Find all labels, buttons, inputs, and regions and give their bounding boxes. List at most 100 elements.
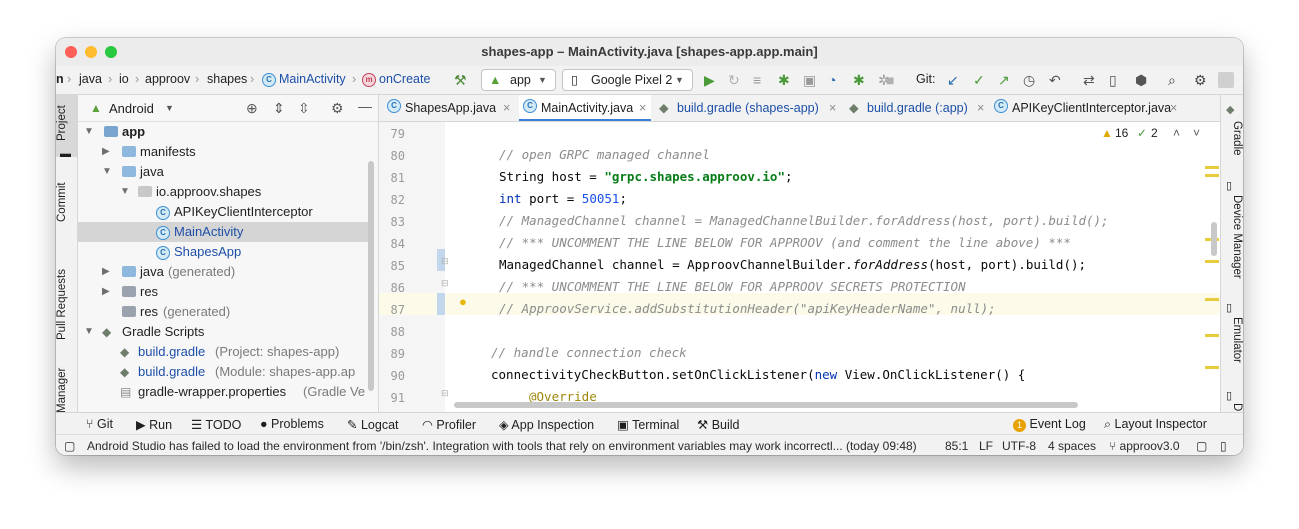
tree-item-res[interactable]: ▶ res: [78, 282, 368, 302]
locate-target-icon[interactable]: ⊕: [246, 101, 258, 115]
git-update-icon[interactable]: ↙: [947, 73, 959, 87]
close-tab-icon[interactable]: ×: [829, 95, 836, 121]
tree-item-build-gradle-project[interactable]: ◆ build.gradle (Project: shapes-app): [78, 342, 368, 362]
line-separator[interactable]: LF: [979, 439, 993, 453]
tool-build[interactable]: ⚒ Build: [697, 417, 740, 432]
sdk-manager-icon[interactable]: ⬢: [1135, 73, 1147, 87]
tool-logcat[interactable]: ✎ Logcat: [347, 417, 399, 432]
tree-item-package[interactable]: ▼ io.approov.shapes: [78, 182, 368, 202]
vcs-change-marker[interactable]: [437, 293, 445, 315]
tree-item-java[interactable]: ▼ java: [78, 162, 368, 182]
lightbulb-icon[interactable]: ●: [459, 295, 467, 309]
close-tab-icon[interactable]: ×: [503, 95, 510, 121]
fold-icon[interactable]: ⊟: [441, 276, 449, 290]
breadcrumb-java[interactable]: java: [79, 72, 102, 86]
error-stripe-marker[interactable]: [1205, 166, 1219, 169]
device-manager-icon[interactable]: ▯: [1109, 73, 1117, 87]
tree-item-res-generated[interactable]: res (generated): [78, 302, 368, 322]
tree-item-apikeyclientinterceptor[interactable]: C APIKeyClientInterceptor: [78, 202, 368, 222]
debug-icon[interactable]: ✱: [778, 73, 790, 87]
tab-pull-requests[interactable]: Pull Requests: [56, 257, 77, 353]
breadcrumb-io[interactable]: io: [119, 72, 129, 86]
inspection-widget[interactable]: ▲ 16 ✓ 2 ˄ ˅: [1101, 126, 1211, 142]
tree-item-gradle-wrapper[interactable]: ▤ gradle-wrapper.properties (Gradle Ve: [78, 382, 368, 402]
code-editor[interactable]: ● ⊟ ⊟ ⊟ ⊟ 79 80 81 82 83 84 85 86 87 88 …: [379, 122, 1221, 420]
error-stripe-marker[interactable]: [1205, 366, 1219, 369]
project-scrollbar[interactable]: [368, 161, 374, 391]
history-icon[interactable]: ◷: [1023, 73, 1035, 87]
git-push-icon[interactable]: ↗: [998, 73, 1010, 87]
tab-gradle[interactable]: Gradle: [1223, 121, 1243, 161]
tool-problems[interactable]: ● Problems: [260, 417, 324, 431]
tab-device-manager[interactable]: Device Manager: [1223, 195, 1243, 295]
hammer-build-icon[interactable]: ⚒: [454, 73, 467, 87]
vcs-branch[interactable]: ⑂ approov3.0: [1109, 439, 1180, 453]
tree-item-shapesapp[interactable]: C ShapesApp: [78, 242, 368, 262]
close-tab-icon[interactable]: ×: [977, 95, 984, 121]
gear-icon[interactable]: ⚙: [331, 101, 344, 115]
tab-manager[interactable]: Manager: [56, 365, 77, 415]
close-tab-icon[interactable]: ×: [1170, 95, 1177, 121]
breadcrumb-project[interactable]: n: [56, 72, 64, 86]
view-mode-selector[interactable]: Android: [109, 101, 154, 116]
device-dropdown[interactable]: ▯ Google Pixel 2 ▼: [562, 69, 693, 91]
close-tab-icon[interactable]: ×: [639, 95, 646, 121]
breadcrumb-mainactivity[interactable]: MainActivity: [279, 72, 346, 86]
tab-mainactivity-java[interactable]: C MainActivity.java ×: [519, 95, 651, 121]
tree-item-java-generated[interactable]: ▶ java (generated): [78, 262, 368, 282]
attach-debugger-icon[interactable]: ✱: [853, 73, 865, 87]
git-commit-icon[interactable]: ✓: [973, 73, 985, 87]
profile-icon[interactable]: ◔: [828, 73, 836, 87]
tree-item-manifests[interactable]: ▶ manifests: [78, 142, 368, 162]
lock-icon[interactable]: ▢: [1196, 439, 1207, 453]
error-stripe-marker[interactable]: [1205, 174, 1219, 177]
apply-changes-icon[interactable]: ↻: [728, 73, 740, 87]
tab-build-gradle-project[interactable]: ◆ build.gradle (shapes-app) ×: [659, 95, 839, 121]
run-icon[interactable]: ▶: [704, 73, 715, 87]
tool-layout-inspector[interactable]: ⌕ Layout Inspector: [1104, 417, 1207, 432]
caret-position[interactable]: 85:1: [945, 439, 968, 453]
indent-setting[interactable]: 4 spaces: [1048, 439, 1096, 453]
tree-item-mainactivity[interactable]: C MainActivity: [78, 222, 368, 242]
fold-icon[interactable]: ⊟: [441, 386, 449, 400]
tree-item-app[interactable]: ▼ app: [78, 122, 368, 142]
tab-commit[interactable]: Commit: [56, 179, 77, 225]
tool-event-log[interactable]: 1 Event Log: [1013, 417, 1086, 432]
settings-gear-icon[interactable]: ⚙: [1194, 73, 1207, 87]
toggle-tool-windows-icon[interactable]: ▢: [64, 439, 75, 453]
expand-all-icon[interactable]: ⇕: [273, 101, 285, 115]
tab-project[interactable]: Project: [56, 101, 77, 145]
tab-emulator[interactable]: Emulator: [1223, 317, 1243, 373]
search-icon[interactable]: ⌕: [1168, 73, 1176, 87]
tool-git[interactable]: ⑂ Git: [86, 417, 113, 431]
tool-run[interactable]: ▶ Run: [136, 417, 172, 432]
breadcrumb-approov[interactable]: approov: [145, 72, 190, 86]
tool-todo[interactable]: ☰ TODO: [191, 417, 241, 432]
error-stripe-marker[interactable]: [1205, 260, 1219, 263]
fold-icon[interactable]: ⊟: [441, 254, 449, 268]
collapse-all-icon[interactable]: ⇳: [298, 101, 310, 115]
tree-item-build-gradle-module[interactable]: ◆ build.gradle (Module: shapes-app.ap: [78, 362, 368, 382]
apply-code-changes-icon[interactable]: ≡: [753, 73, 761, 87]
run-config-dropdown[interactable]: ▲ app ▼: [481, 69, 556, 91]
editor-horizontal-scrollbar[interactable]: [454, 402, 1078, 408]
tab-shapesapp-java[interactable]: C ShapesApp.java ×: [387, 95, 515, 121]
breadcrumb-oncreate[interactable]: onCreate: [379, 72, 430, 86]
coverage-icon[interactable]: ▣: [803, 73, 816, 87]
rollback-icon[interactable]: ↶: [1049, 73, 1061, 87]
tab-apikeyclientinterceptor-java[interactable]: C APIKeyClientInterceptor.java ×: [994, 95, 1184, 121]
editor-vertical-scrollbar[interactable]: [1211, 222, 1217, 256]
error-stripe-marker[interactable]: [1205, 298, 1219, 301]
sync-gradle-icon[interactable]: ⇄: [1083, 73, 1095, 87]
breadcrumb-shapes[interactable]: shapes: [207, 72, 247, 86]
tool-app-inspection[interactable]: ◈ App Inspection: [499, 417, 594, 432]
tab-build-gradle-app[interactable]: ◆ build.gradle (:app) ×: [849, 95, 987, 121]
error-stripe-marker[interactable]: [1205, 334, 1219, 337]
stop-icon[interactable]: ■: [886, 73, 894, 87]
status-message[interactable]: Android Studio has failed to load the en…: [87, 439, 939, 453]
minimize-panel-icon[interactable]: —: [358, 99, 372, 113]
tree-item-gradle-scripts[interactable]: ▼ ◆ Gradle Scripts: [78, 322, 368, 342]
tool-terminal[interactable]: ▣ Terminal: [617, 417, 679, 432]
tool-profiler[interactable]: ◠ Profiler: [422, 417, 476, 432]
chevron-down-icon[interactable]: ▼: [165, 103, 174, 113]
